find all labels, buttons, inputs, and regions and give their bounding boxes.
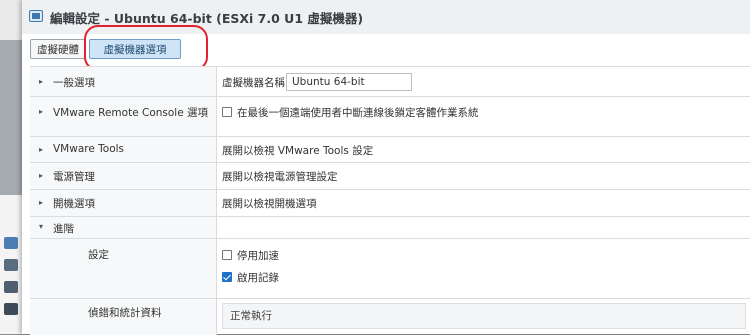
caret-right-icon: ▸ <box>39 107 44 116</box>
row-label: 一般選項 <box>53 77 95 89</box>
row-advanced[interactable]: ▾ 進階 <box>30 216 750 239</box>
row-label-cell: ▾ 進階 <box>30 217 217 239</box>
settings-label: 設定 <box>88 249 109 261</box>
vm-name-input[interactable]: Ubuntu 64-bit <box>286 73 412 91</box>
annotation-circle <box>84 25 208 71</box>
edit-settings-dialog: 編輯設定 - Ubuntu 64-bit (ESXi 7.0 U1 虛擬機器) … <box>22 0 750 335</box>
row-boot-options[interactable]: ▸ 開機選項 展開以檢視開機選項 <box>30 189 750 217</box>
background-app <box>0 0 24 334</box>
disable-acceleration-label: 停用加速 <box>237 250 279 262</box>
background-icon <box>4 237 18 249</box>
row-label: 進階 <box>53 223 74 235</box>
row-remote-console[interactable]: ▸ VMware Remote Console 選項 在最後一個遠端使用者中斷連… <box>30 96 750 137</box>
caret-down-icon: ▾ <box>39 222 44 231</box>
row-label: 開機選項 <box>53 198 95 210</box>
row-debugging-statistics: 偵錯和統計資料 正常執行 <box>30 298 750 335</box>
row-advanced-settings: 設定 停用加速 啟用記錄 <box>30 238 750 299</box>
caret-right-icon: ▸ <box>39 198 44 207</box>
debug-statistics-select[interactable]: 正常執行 <box>222 303 746 329</box>
row-power-management[interactable]: ▸ 電源管理 展開以檢視電源管理設定 <box>30 162 750 190</box>
row-vmware-tools[interactable]: ▸ VMware Tools 展開以檢視 VMware Tools 設定 <box>30 136 750 163</box>
row-value: 展開以檢視開機選項 <box>222 198 317 210</box>
disable-acceleration-checkbox[interactable] <box>222 250 232 260</box>
caret-right-icon: ▸ <box>39 145 44 154</box>
row-label-cell: ▸ VMware Tools <box>30 137 217 163</box>
lock-guest-os-label: 在最後一個遠端使用者中斷連線後鎖定客體作業系統 <box>237 107 479 119</box>
background-icon <box>4 259 18 271</box>
background-sidebar <box>0 195 24 334</box>
row-value: 展開以檢視 VMware Tools 設定 <box>222 145 374 157</box>
row-label: 電源管理 <box>53 171 95 183</box>
row-value: 展開以檢視電源管理設定 <box>222 171 338 183</box>
background-icon <box>4 303 18 315</box>
row-label: VMware Tools <box>53 143 125 155</box>
background-icon <box>4 281 18 293</box>
row-label-cell: ▸ VMware Remote Console 選項 <box>30 97 217 137</box>
enable-logging-label: 啟用記錄 <box>237 272 279 284</box>
row-general-options[interactable]: ▸ 一般選項 虛擬機器名稱: Ubuntu 64-bit <box>30 66 750 97</box>
row-label-cell: ▸ 開機選項 <box>30 190 217 217</box>
row-label-cell: ▸ 一般選項 <box>30 67 217 97</box>
debug-label: 偵錯和統計資料 <box>88 307 162 319</box>
row-label-cell: 設定 <box>30 239 217 299</box>
vm-icon <box>29 10 43 22</box>
vm-name-label: 虛擬機器名稱: <box>222 77 289 89</box>
row-label: VMware Remote Console 選項 <box>53 107 209 119</box>
caret-right-icon: ▸ <box>39 171 44 180</box>
tab-virtual-hardware[interactable]: 虛擬硬體 <box>30 39 86 59</box>
enable-logging-checkbox[interactable] <box>222 272 232 282</box>
row-label-cell: ▸ 電源管理 <box>30 163 217 190</box>
caret-right-icon: ▸ <box>39 77 44 86</box>
lock-guest-os-checkbox[interactable] <box>222 107 232 117</box>
background-header <box>0 0 24 40</box>
row-label-cell: 偵錯和統計資料 <box>30 299 217 335</box>
